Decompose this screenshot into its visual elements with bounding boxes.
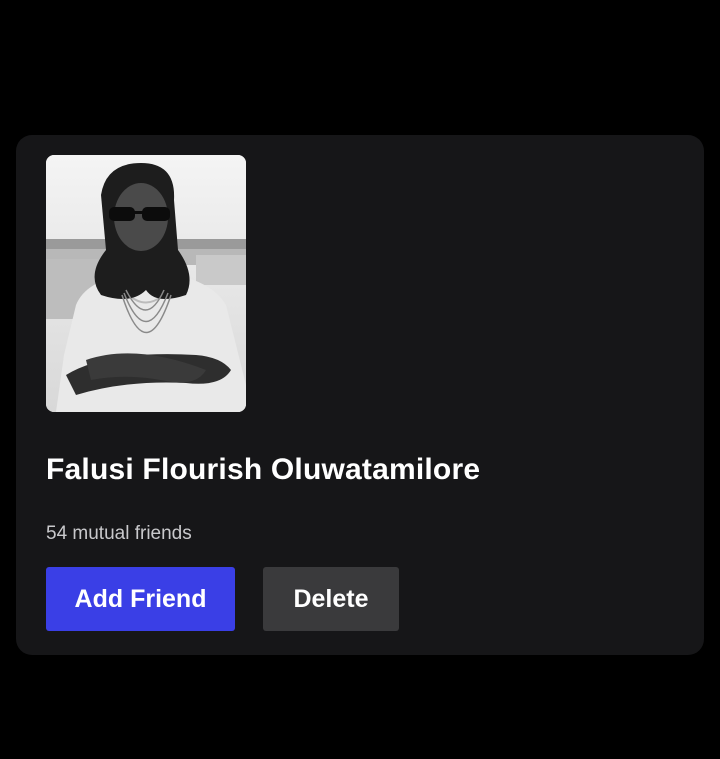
friend-name[interactable]: Falusi Flourish Oluwatamilore xyxy=(46,453,480,487)
friend-request-card: Falusi Flourish Oluwatamilore 54 mutual … xyxy=(16,135,704,655)
profile-photo[interactable] xyxy=(46,155,246,412)
mutual-friends-count[interactable]: 54 mutual friends xyxy=(46,523,192,545)
add-friend-button[interactable]: Add Friend xyxy=(46,567,235,631)
delete-button[interactable]: Delete xyxy=(263,567,399,631)
profile-photo-image xyxy=(46,155,246,412)
